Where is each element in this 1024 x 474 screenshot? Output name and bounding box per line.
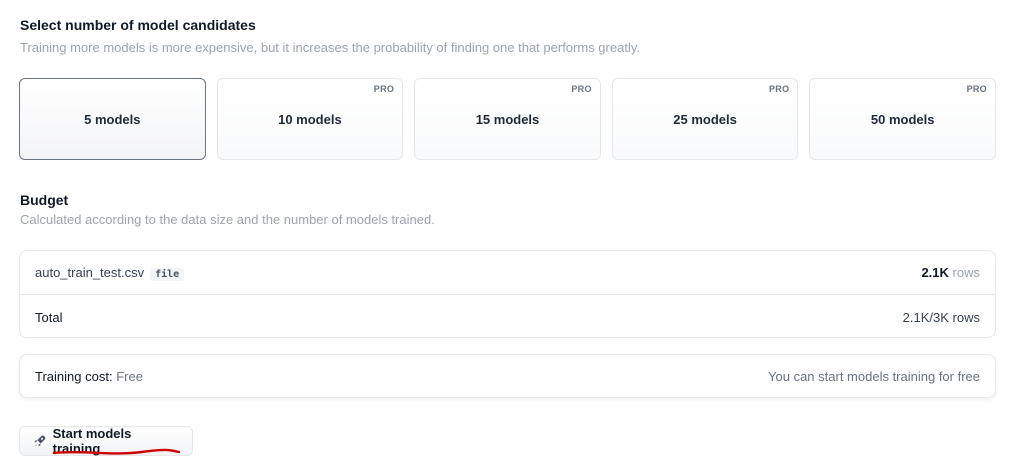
cost-label: Training cost:	[35, 368, 113, 384]
file-name: auto_train_test.csv	[35, 264, 145, 280]
file-rows: 2.1K rows	[921, 265, 980, 280]
budget-subtitle: Calculated according to the data size an…	[20, 212, 435, 227]
option-10-models[interactable]: PRO 10 models	[216, 78, 404, 160]
pro-badge: PRO	[966, 84, 987, 94]
budget-table: auto_train_test.csv file 2.1K rows Total …	[19, 250, 996, 338]
budget-total-row: Total 2.1K/3K rows	[20, 295, 995, 339]
training-cost-box: Training cost: Free You can start models…	[19, 354, 996, 398]
candidates-title: Select number of model candidates	[20, 17, 256, 33]
rocket-icon	[34, 435, 46, 447]
total-value: 2.1K	[902, 309, 930, 325]
file-tag: file	[150, 267, 185, 281]
model-count-options: 5 models PRO 10 models PRO 15 models PRO…	[19, 78, 996, 160]
option-5-models[interactable]: 5 models	[19, 78, 206, 160]
candidates-subtitle: Training more models is more expensive, …	[20, 40, 640, 55]
cost-text: Training cost: Free	[35, 369, 143, 384]
cost-note: You can start models training for free	[768, 368, 980, 384]
total-rows: 2.1K/3K rows	[903, 310, 980, 325]
option-label: 5 models	[84, 111, 141, 127]
cost-value: Free	[116, 368, 143, 384]
option-50-models[interactable]: PRO 50 models	[809, 78, 996, 160]
option-label: 50 models	[870, 111, 935, 127]
pro-badge: PRO	[768, 84, 790, 94]
pro-badge: PRO	[571, 84, 592, 94]
total-label: Total	[35, 309, 63, 325]
annotation-underline	[52, 448, 181, 455]
total-limit: /3K rows	[929, 309, 980, 325]
budget-file-row: auto_train_test.csv file 2.1K rows	[20, 251, 995, 295]
option-25-models[interactable]: PRO 25 models	[611, 78, 799, 160]
option-label: 25 models	[673, 111, 737, 127]
file-rows-unit: rows	[952, 265, 980, 280]
option-label: 15 models	[475, 111, 540, 127]
file-rows-value: 2.1K	[921, 265, 949, 280]
budget-title: Budget	[20, 192, 69, 208]
option-15-models[interactable]: PRO 15 models	[414, 78, 601, 160]
file-cell: auto_train_test.csv file	[35, 264, 185, 281]
option-label: 10 models	[278, 111, 342, 127]
pro-badge: PRO	[373, 84, 395, 94]
